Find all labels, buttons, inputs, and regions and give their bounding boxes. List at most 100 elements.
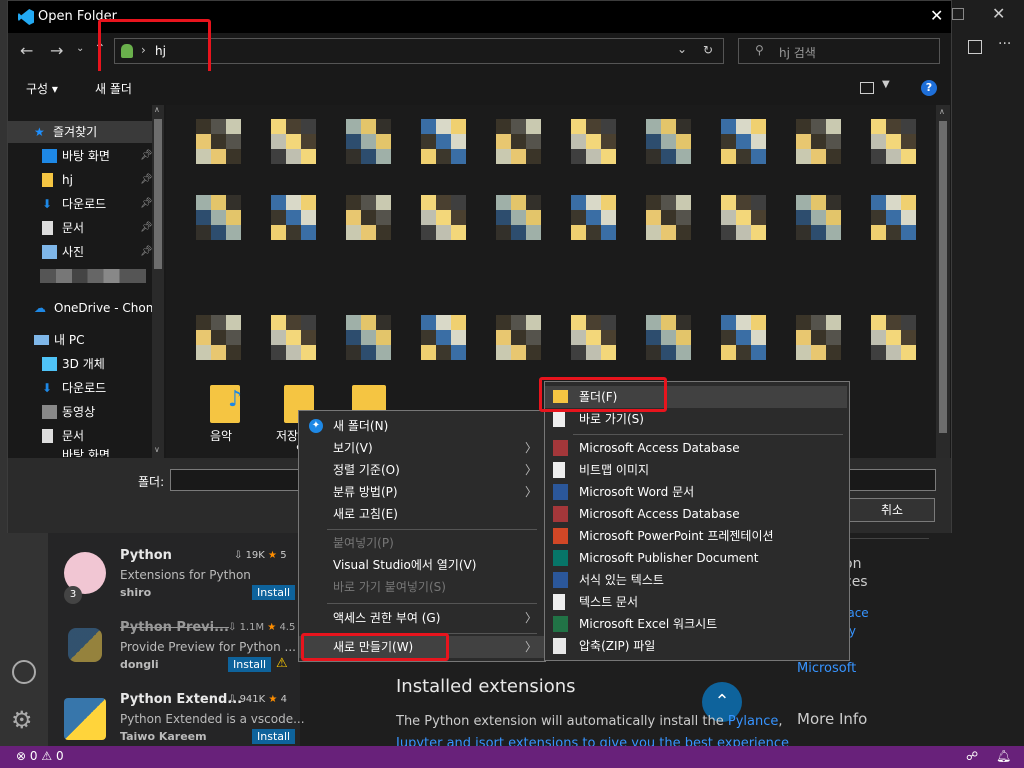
nav-item-hj[interactable]: hj 📌︎ — [42, 169, 153, 191]
feedback-icon[interactable]: ☍ — [966, 749, 978, 763]
image-thumbnail[interactable] — [496, 119, 541, 164]
more-actions-icon[interactable]: ··· — [998, 36, 1011, 52]
help-icon[interactable]: ? — [921, 80, 937, 96]
settings-gear-icon[interactable]: ⚙ — [11, 708, 33, 732]
microsoft-link[interactable]: Microsoft — [797, 661, 856, 676]
extension-item[interactable]: Python Extend... ⇩ 941K ★ 4 Python Exten… — [48, 688, 305, 746]
pin-icon[interactable]: 📌︎ — [140, 145, 153, 167]
back-arrow-icon[interactable]: ← — [20, 41, 33, 60]
install-button[interactable]: Install — [252, 729, 296, 744]
window-restore-icon[interactable] — [952, 8, 964, 20]
image-thumbnail[interactable] — [421, 195, 466, 240]
image-thumbnail[interactable] — [271, 119, 316, 164]
image-thumbnail[interactable] — [871, 119, 916, 164]
problems-indicator[interactable]: ⊗ 0 ⚠ 0 — [16, 749, 64, 763]
scroll-up-icon[interactable]: ∧ — [154, 105, 160, 114]
scroll-down-icon[interactable]: ∨ — [154, 445, 160, 454]
extension-item[interactable]: 3 Python ⇩ 19K ★ 5 Extensions for Python… — [48, 544, 300, 608]
window-close-icon[interactable]: ✕ — [992, 4, 1005, 23]
menu-item-open-vs[interactable]: Visual Studio에서 열기(V) — [299, 554, 545, 576]
image-thumbnail[interactable] — [721, 315, 766, 360]
nav-item-videos[interactable]: 동영상 — [42, 401, 95, 423]
nav-item-desktop-pc[interactable]: 바탕 화면 — [62, 449, 110, 457]
split-editor-icon[interactable] — [968, 40, 982, 54]
image-thumbnail[interactable] — [721, 195, 766, 240]
image-thumbnail[interactable] — [271, 195, 316, 240]
cancel-button[interactable]: 취소 — [849, 498, 935, 522]
music-folder[interactable]: ♪ 음악 — [206, 381, 250, 443]
install-button[interactable]: Install — [252, 585, 296, 600]
accounts-icon[interactable] — [12, 660, 36, 684]
view-dropdown-icon[interactable]: ▼ — [882, 79, 890, 90]
image-thumbnail[interactable] — [346, 315, 391, 360]
submenu-item-word[interactable]: Microsoft Word 문서 — [545, 481, 847, 503]
content-scrollbar[interactable]: ∧ — [936, 105, 950, 458]
refresh-icon[interactable]: ↻ — [703, 43, 713, 57]
organize-button[interactable]: 구성 ▾ — [26, 80, 58, 97]
menu-item-group-by[interactable]: 분류 방법(P) 〉 — [299, 481, 545, 503]
close-icon[interactable]: ✕ — [930, 6, 943, 25]
image-thumbnail[interactable] — [196, 119, 241, 164]
pin-icon[interactable]: 📌︎ — [140, 241, 153, 263]
image-thumbnail[interactable] — [871, 195, 916, 240]
image-thumbnail[interactable] — [571, 195, 616, 240]
image-thumbnail[interactable] — [346, 195, 391, 240]
menu-item-refresh[interactable]: 새로 고침(E) — [299, 503, 545, 525]
submenu-item-access-2[interactable]: Microsoft Access Database — [545, 503, 847, 525]
submenu-item-zip[interactable]: 압축(ZIP) 파일 — [545, 635, 847, 657]
image-thumbnail[interactable] — [496, 315, 541, 360]
nav-scroll-thumb[interactable] — [154, 119, 162, 269]
nav-item-downloads-pc[interactable]: ⬇ 다운로드 — [42, 377, 106, 399]
content-scroll-thumb[interactable] — [939, 121, 947, 433]
submenu-item-bitmap[interactable]: 비트맵 이미지 — [545, 459, 847, 481]
nav-item-this-pc[interactable]: 내 PC — [34, 329, 84, 351]
pylance-link[interactable]: Pylance — [728, 714, 779, 729]
menu-item-view[interactable]: 보기(V) 〉 — [299, 437, 545, 459]
image-thumbnail[interactable] — [721, 119, 766, 164]
extension-item[interactable]: Python Previ... ⇩ 1.1M ★ 4.5 Provide Pre… — [48, 616, 300, 680]
search-box[interactable]: ⚲ hj 검색 — [738, 38, 940, 64]
image-thumbnail[interactable] — [571, 315, 616, 360]
image-thumbnail[interactable] — [796, 119, 841, 164]
nav-item-favorites[interactable]: ★ 즐겨찾기 — [34, 121, 97, 143]
image-thumbnail[interactable] — [571, 119, 616, 164]
nav-item-onedrive[interactable]: ☁ OneDrive - Choni — [34, 297, 157, 319]
nav-item-desktop[interactable]: 바탕 화면 📌︎ — [42, 145, 153, 167]
nav-item-documents[interactable]: 문서 📌︎ — [42, 217, 153, 239]
nav-item-documents-pc[interactable]: 문서 — [42, 425, 84, 447]
nav-item-3d-objects[interactable]: 3D 개체 — [42, 353, 105, 375]
submenu-item-rtf[interactable]: 서식 있는 텍스트 — [545, 569, 847, 591]
install-button[interactable]: Install — [228, 657, 272, 672]
view-options-icon[interactable] — [860, 82, 874, 94]
image-thumbnail[interactable] — [496, 195, 541, 240]
image-thumbnail[interactable] — [421, 315, 466, 360]
submenu-item-access[interactable]: Microsoft Access Database — [545, 437, 847, 459]
image-thumbnail[interactable] — [796, 315, 841, 360]
nav-scrollbar[interactable]: ∧ ∨ — [152, 105, 164, 458]
image-thumbnail[interactable] — [196, 195, 241, 240]
image-thumbnail[interactable] — [271, 315, 316, 360]
new-folder-button[interactable]: 새 폴더 — [95, 80, 132, 97]
menu-item-give-access[interactable]: 액세스 권한 부여 (G) 〉 — [299, 607, 545, 629]
image-thumbnail[interactable] — [646, 119, 691, 164]
pin-icon[interactable]: 📌︎ — [140, 169, 153, 191]
image-thumbnail[interactable] — [196, 315, 241, 360]
forward-arrow-icon[interactable]: → — [50, 41, 63, 60]
image-thumbnail[interactable] — [796, 195, 841, 240]
submenu-item-powerpoint[interactable]: Microsoft PowerPoint 프레젠테이션 — [545, 525, 847, 547]
notifications-bell-icon[interactable]: 🔔︎ — [996, 749, 1011, 763]
image-thumbnail[interactable] — [871, 315, 916, 360]
nav-item-pictures[interactable]: 사진 📌︎ — [42, 241, 153, 263]
submenu-item-excel[interactable]: Microsoft Excel 워크시트 — [545, 613, 847, 635]
menu-item-sort-by[interactable]: 정렬 기준(O) 〉 — [299, 459, 545, 481]
image-thumbnail[interactable] — [421, 119, 466, 164]
chevron-down-icon[interactable]: ⌄ — [677, 42, 687, 56]
nav-item-downloads[interactable]: ⬇ 다운로드 📌︎ — [42, 193, 153, 215]
scroll-up-icon[interactable]: ∧ — [939, 107, 945, 116]
recent-locations-icon[interactable]: ⌄ — [76, 43, 84, 54]
pin-icon[interactable]: 📌︎ — [140, 217, 153, 239]
menu-item-new-folder[interactable]: ✦ 새 폴더(N) — [299, 415, 545, 437]
image-thumbnail[interactable] — [646, 315, 691, 360]
submenu-item-publisher[interactable]: Microsoft Publisher Document — [545, 547, 847, 569]
submenu-item-text[interactable]: 텍스트 문서 — [545, 591, 847, 613]
